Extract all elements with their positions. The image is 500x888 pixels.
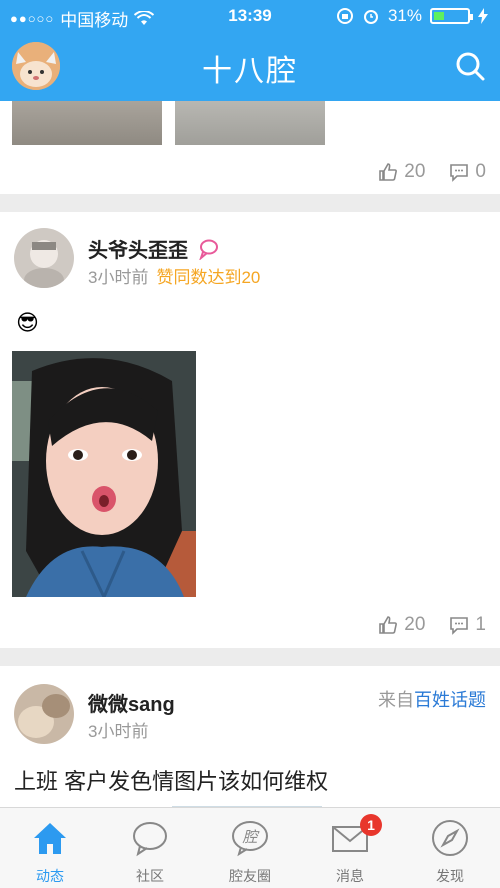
tab-bar: 动态 社区 腔 腔友圈 1 消息 发现	[0, 807, 500, 888]
chat-bubble-icon	[198, 239, 218, 262]
comment-icon	[450, 164, 469, 182]
status-bar: ●●○○○ 中国移动 13:39 31%	[0, 0, 500, 32]
qiang-circle-icon: 腔	[232, 821, 268, 857]
post-image[interactable]	[12, 101, 162, 145]
post-source: 来自百姓话题	[378, 686, 486, 712]
tab-discover[interactable]: 发现	[400, 808, 500, 888]
comment-icon	[450, 617, 469, 635]
post-image[interactable]	[175, 101, 325, 145]
tab-friends-circle[interactable]: 腔 腔友圈	[200, 808, 300, 888]
like-count: 20	[404, 614, 426, 635]
post-emoji: 😎	[16, 310, 39, 335]
message-badge: 1	[360, 814, 382, 836]
user-avatar[interactable]	[14, 228, 74, 288]
rotation-lock-icon	[336, 8, 353, 24]
thumbs-up-icon	[379, 616, 398, 634]
compass-icon	[432, 820, 468, 856]
svg-text:腔: 腔	[242, 828, 260, 846]
achievement-badge: 赞同数达到20	[156, 268, 261, 287]
top-bar: ●●○○○ 中国移动 13:39 31% 十八腔	[0, 0, 500, 101]
user-name[interactable]: 微微sang	[88, 688, 175, 717]
post-photo[interactable]	[12, 351, 196, 597]
like-count: 20	[404, 161, 426, 182]
search-icon[interactable]	[454, 50, 486, 82]
alarm-icon	[363, 10, 378, 24]
post-card[interactable]: 头爷头歪歪 3小时前 赞同数达到20 😎 20 1	[0, 212, 500, 648]
user-avatar[interactable]	[14, 684, 74, 744]
thumbs-up-icon	[379, 163, 398, 181]
like-button[interactable]: 20	[378, 161, 425, 183]
source-prefix: 来自	[378, 690, 414, 710]
comment-button[interactable]: 1	[449, 614, 486, 636]
speech-bubble-icon	[133, 822, 167, 857]
page-title: 十八腔	[202, 55, 298, 88]
charging-icon	[478, 8, 488, 24]
battery-percent: 31%	[387, 6, 422, 25]
post-text[interactable]: 上班 客户发色情图片该如何维权	[14, 764, 328, 796]
post-time: 3小时前	[88, 722, 149, 741]
source-link[interactable]: 百姓话题	[414, 690, 486, 710]
comment-button[interactable]: 0	[449, 161, 486, 183]
post-meta: 3小时前 赞同数达到20	[88, 263, 260, 288]
home-icon	[34, 823, 66, 854]
post-card[interactable]: 微微sang 3小时前 来自百姓话题 上班 客户发色情图片该如何维权	[0, 666, 500, 808]
post-card[interactable]: 20 0	[0, 101, 500, 194]
tab-feed[interactable]: 动态	[0, 808, 100, 888]
user-name[interactable]: 头爷头歪歪	[88, 234, 220, 263]
battery-icon	[430, 8, 473, 24]
comment-count: 0	[475, 161, 486, 182]
tab-messages[interactable]: 1 消息	[300, 808, 400, 888]
comment-count: 1	[475, 614, 486, 635]
post-time: 3小时前	[88, 268, 149, 287]
like-button[interactable]: 20	[378, 614, 425, 636]
tab-community[interactable]: 社区	[100, 808, 200, 888]
